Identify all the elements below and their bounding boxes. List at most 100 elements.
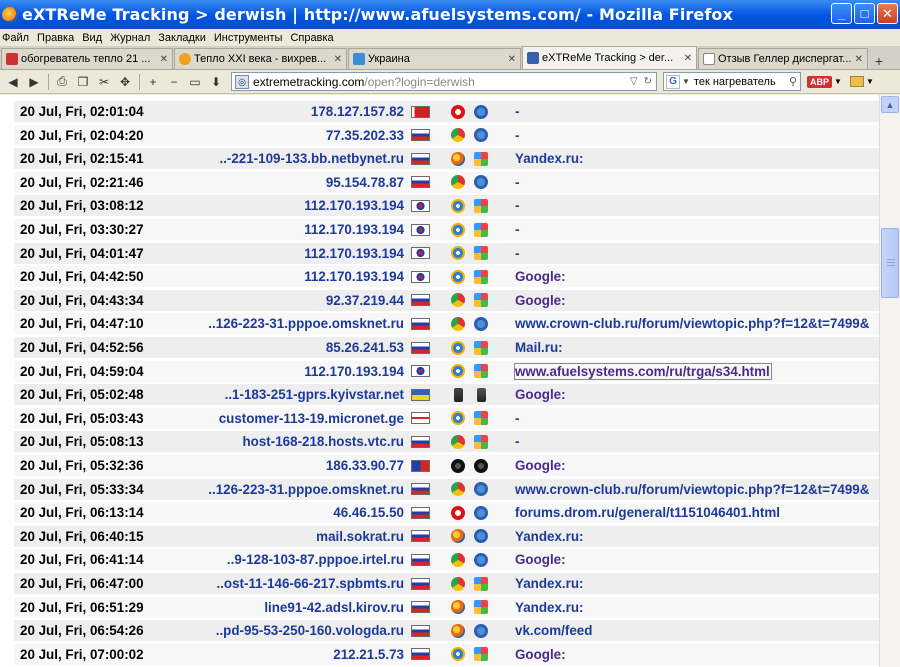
visitor-host-link[interactable]: mail.sokrat.ru (188, 529, 404, 544)
visitor-host-link[interactable]: 77.35.202.33 (188, 128, 404, 143)
search-input[interactable]: G ▼ тек нагреватель ⚲ (663, 72, 801, 91)
chevron-down-icon[interactable]: ▼ (866, 77, 874, 86)
minimize-button[interactable]: _ (831, 3, 852, 24)
menu-bookmarks[interactable]: Закладки (158, 32, 206, 44)
google-icon[interactable]: G (666, 74, 680, 89)
print-icon[interactable]: ⎙ (52, 72, 72, 91)
zoom-out-icon[interactable]: − (164, 72, 184, 91)
referrer-link[interactable]: Google: (515, 269, 566, 284)
referrer-link[interactable]: Google: (515, 647, 566, 662)
page-favicon-icon (6, 53, 18, 65)
menu-file[interactable]: Файл (2, 32, 29, 44)
visitor-host-link[interactable]: 212.21.5.73 (188, 647, 404, 662)
country-flag-icon (410, 294, 430, 307)
referrer-link[interactable]: Yandex.ru: (515, 151, 583, 166)
country-flag-icon (410, 648, 430, 661)
visitor-host-link[interactable]: 112.170.193.194 (188, 269, 404, 284)
visitor-host-link[interactable]: line91-42.adsl.kirov.ru (188, 600, 404, 615)
adblock-icon[interactable]: ABP (807, 75, 833, 88)
menu-tools[interactable]: Инструменты (214, 32, 283, 44)
visitor-host-link[interactable]: ..pd-95-53-250-160.vologda.ru (188, 623, 404, 638)
move-icon[interactable]: ✥ (115, 72, 135, 91)
chevron-down-icon[interactable]: ▼ (682, 77, 690, 86)
table-row: 20 Jul, Fri, 06:40:15 mail.sokrat.ru Yande… (14, 525, 879, 548)
maximize-button[interactable]: □ (854, 3, 875, 24)
country-flag-icon (410, 435, 430, 448)
table-row: 20 Jul, Fri, 05:08:13 host-168-218.hosts.… (14, 431, 879, 454)
visitor-host-link[interactable]: ..9-128-103-87.pppoe.irtel.ru (188, 552, 404, 567)
visitor-host-link[interactable]: 112.170.193.194 (188, 364, 404, 379)
referrer-link[interactable]: Google: (515, 458, 566, 473)
url-bar[interactable]: ◎ extremetracking.com /open?login=derwis… (231, 72, 657, 91)
referrer-link[interactable]: Yandex.ru: (515, 576, 583, 591)
visitor-host-link[interactable]: customer-113-19.micronet.ge (188, 411, 404, 426)
download-icon[interactable]: ⬇ (206, 72, 226, 91)
new-tab-button[interactable]: + (872, 53, 886, 69)
url-dropdown-icon[interactable]: ▽ (630, 76, 638, 87)
referrer-link-focused[interactable]: www.afuelsystems.com/ru/trga/s34.html (514, 362, 772, 380)
visitor-host-link[interactable]: host-168-218.hosts.vtc.ru (188, 434, 405, 449)
tab-close-icon[interactable]: ✕ (684, 53, 692, 64)
visitor-host-link[interactable]: 112.170.193.194 (188, 246, 404, 261)
referrer-link[interactable]: Google: (515, 552, 566, 567)
tab-1[interactable]: обогреватель тепло 21 ... ✕ (1, 48, 173, 69)
visit-date: 20 Jul, Fri, 06:13:14 (20, 505, 144, 521)
chevron-down-icon[interactable]: ▼ (834, 77, 842, 86)
site-identity-icon[interactable]: ◎ (235, 74, 249, 89)
referrer-link[interactable]: www.crown-club.ru/forum/viewtopic.php?f=… (515, 316, 869, 331)
referrer-link[interactable]: forums.drom.ru/general/t1151046401.html (515, 505, 780, 520)
scroll-up-icon[interactable]: ▲ (881, 96, 899, 113)
menu-history[interactable]: Журнал (110, 32, 150, 44)
back-arrow-icon[interactable]: ◀ (3, 72, 23, 91)
bookmarks-folder-icon[interactable] (849, 76, 864, 87)
reload-icon[interactable]: ↻ (644, 76, 652, 87)
visitor-host-link[interactable]: 112.170.193.194 (188, 222, 404, 237)
visitor-host-link[interactable]: ..126-223-31.pppoe.omsknet.ru (188, 482, 404, 497)
visitor-host-link[interactable]: ..-221-109-133.bb.netbynet.ru (188, 151, 404, 166)
mobile-browser-icon (453, 387, 463, 402)
menu-edit[interactable]: Правка (37, 32, 74, 44)
visitor-host-link[interactable]: 92.37.219.44 (188, 293, 404, 308)
menu-help[interactable]: Справка (290, 32, 333, 44)
visitor-host-link[interactable]: 178.127.157.82 (188, 104, 404, 119)
referrer-link[interactable]: Yandex.ru: (515, 529, 583, 544)
tab-close-icon[interactable]: ✕ (334, 54, 342, 65)
tab-2[interactable]: Тепло XXI века - вихрев... ✕ (174, 48, 347, 69)
vertical-scrollbar[interactable]: ▲ (879, 95, 900, 667)
referrer-link[interactable]: Google: (515, 387, 566, 402)
visitor-host-link[interactable]: 95.154.78.87 (188, 175, 404, 190)
visit-date: 20 Jul, Fri, 06:40:15 (20, 528, 144, 544)
visitor-host-link[interactable]: ..ost-11-146-66-217.spbmts.ru (188, 576, 404, 591)
menu-view[interactable]: Вид (82, 32, 102, 44)
tab-close-icon[interactable]: ✕ (855, 54, 863, 65)
visitor-host-link[interactable]: 112.170.193.194 (188, 198, 404, 213)
search-icon[interactable]: ⚲ (789, 75, 797, 88)
tab-close-icon[interactable]: ✕ (508, 54, 516, 65)
zoom-in-icon[interactable]: + (143, 72, 163, 91)
table-row: 20 Jul, Fri, 04:52:56 85.26.241.53 Mail.ru… (14, 337, 879, 359)
referrer-link[interactable]: Mail.ru: (515, 340, 563, 355)
referrer-link[interactable]: www.crown-club.ru/forum/viewtopic.php?f=… (515, 482, 869, 497)
tab-5[interactable]: Отзыв Геллер диспергат... ✕ (698, 48, 868, 69)
visitor-host-link[interactable]: ..1-183-251-gprs.kyivstar.net (188, 387, 404, 402)
tab-close-icon[interactable]: ✕ (160, 54, 168, 65)
table-row: 20 Jul, Fri, 06:51:29 line91-42.adsl.kiro… (14, 596, 879, 619)
tab-3[interactable]: Украина ✕ (348, 48, 521, 69)
chrome-browser-icon (451, 293, 465, 308)
cut-icon[interactable]: ✂ (94, 72, 114, 91)
referrer-link[interactable]: vk.com/feed (515, 623, 592, 638)
visitor-host-link[interactable]: 186.33.90.77 (188, 458, 404, 473)
visitor-host-link[interactable]: ..126-223-31.pppoe.omsknet.ru (188, 316, 404, 331)
visitor-host-link[interactable]: 85.26.241.53 (188, 340, 404, 355)
copy-icon[interactable]: ❐ (73, 72, 93, 91)
forward-arrow-icon[interactable]: ▶ (24, 72, 44, 91)
visitor-host-link[interactable]: 46.46.15.50 (188, 505, 404, 520)
winxp-os-icon (474, 576, 488, 591)
referrer-link[interactable]: Google: (515, 293, 566, 308)
scroll-thumb[interactable] (881, 228, 899, 298)
win7-os-icon (474, 529, 488, 544)
tab-4[interactable]: eXTReMe Tracking > der... ✕ (522, 46, 697, 69)
window-icon[interactable]: ▭ (185, 72, 205, 91)
referrer-link[interactable]: Yandex.ru: (515, 600, 583, 615)
close-button[interactable]: ✕ (877, 3, 898, 24)
